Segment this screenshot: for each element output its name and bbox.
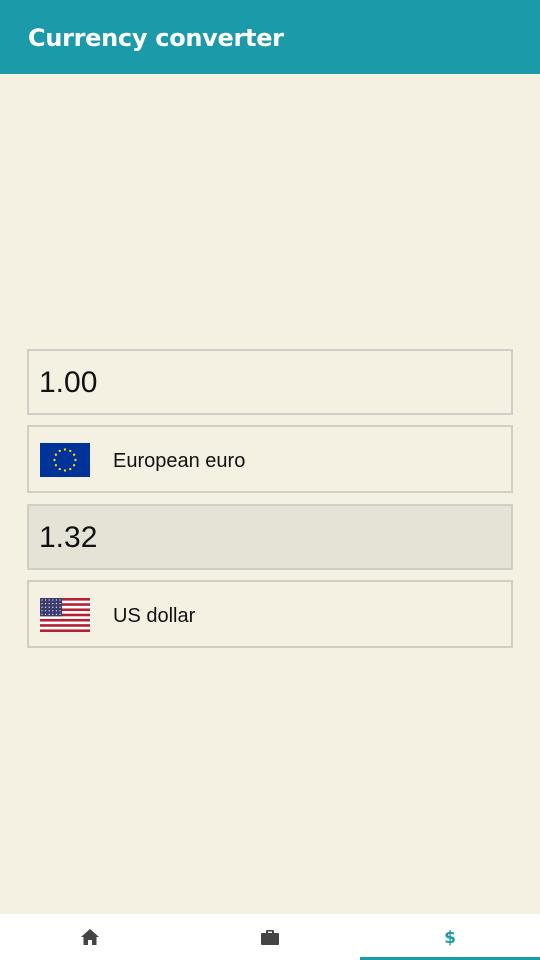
tab-home[interactable] bbox=[0, 914, 180, 960]
home-icon bbox=[81, 929, 99, 945]
app-title: Currency converter bbox=[28, 24, 284, 52]
dollar-icon: $ bbox=[444, 928, 456, 947]
bottom-navigation: $ bbox=[0, 914, 540, 960]
to-currency-selector[interactable]: US dollar bbox=[27, 580, 513, 648]
to-amount-field: 1.32 bbox=[27, 504, 513, 570]
svg-text:$: $ bbox=[444, 928, 456, 947]
app-bar: Currency converter bbox=[0, 0, 540, 74]
to-currency-name: US dollar bbox=[113, 605, 196, 627]
eu-flag-icon bbox=[40, 443, 90, 477]
from-currency-name: European euro bbox=[113, 450, 246, 472]
from-amount-field[interactable]: 1.00 bbox=[27, 349, 513, 415]
to-amount-value: 1.32 bbox=[39, 521, 98, 554]
from-amount-value: 1.00 bbox=[39, 366, 98, 399]
tab-briefcase[interactable] bbox=[180, 914, 360, 960]
tab-currency-converter[interactable]: $ bbox=[360, 914, 540, 960]
briefcase-icon bbox=[261, 930, 279, 945]
us-flag-icon bbox=[40, 598, 90, 632]
from-currency-selector[interactable]: European euro bbox=[27, 425, 513, 493]
converter-panel: 1.00 European euro 1.32 US dollar bbox=[0, 74, 540, 914]
